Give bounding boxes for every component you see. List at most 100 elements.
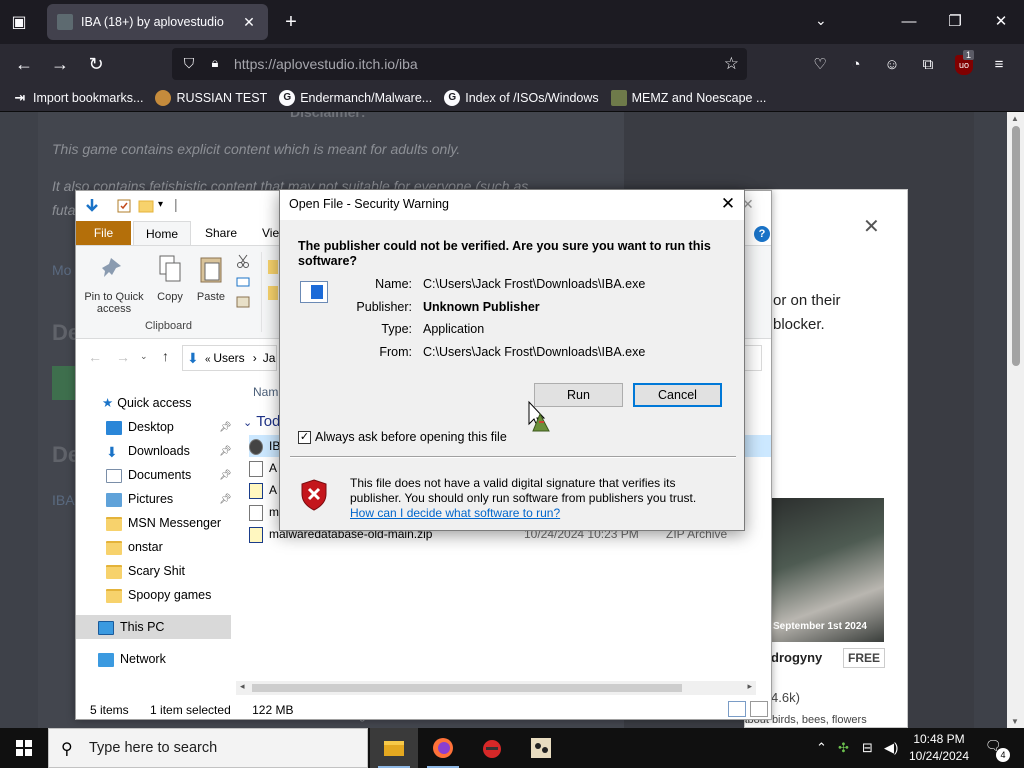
bookmark-star-icon[interactable]: ☆	[724, 54, 739, 74]
nav-msn-messenger[interactable]: MSN Messenger	[106, 512, 221, 534]
bookmark-isos[interactable]: G Index of /ISOs/Windows	[444, 89, 599, 106]
nav-network[interactable]: Network	[98, 648, 166, 670]
cancel-button[interactable]: Cancel	[633, 383, 722, 407]
navigation-pane: ★ Quick access Desktop 📌︎ ⬇ Downloads 📌︎ D…	[76, 386, 236, 676]
network-icon[interactable]: ⊟	[862, 740, 873, 756]
timer-icon[interactable]: ◔	[845, 54, 867, 76]
qa-dropdown-icon[interactable]: ▾	[158, 199, 163, 210]
nav-pictures[interactable]: Pictures	[106, 488, 173, 510]
restore-icon[interactable]: ❐	[941, 10, 969, 34]
back-arrow-icon[interactable]: ←	[88, 349, 102, 365]
scroll-down-arrow-icon[interactable]: ▼	[1011, 717, 1019, 726]
nav-downloads[interactable]: ⬇ Downloads	[106, 440, 190, 462]
group-header-today[interactable]: ⌄ Tod	[243, 413, 280, 430]
always-ask-checkbox[interactable]: ✓	[298, 430, 311, 444]
taskbar-angry-birds[interactable]	[468, 728, 516, 768]
google-icon: G	[444, 89, 461, 106]
tab-home[interactable]: Home	[133, 221, 192, 245]
itch-favicon-icon	[57, 14, 73, 30]
taskbar-firefox[interactable]	[419, 728, 467, 768]
dialog-close-icon[interactable]: ✕	[712, 190, 744, 220]
more-link[interactable]: Mo	[52, 262, 71, 278]
scroll-left-icon[interactable]: ◂	[240, 681, 245, 692]
forward-arrow-icon[interactable]: →	[116, 349, 130, 365]
game-card-name[interactable]: drogyny	[771, 650, 822, 665]
browser-tab-active[interactable]: IBA (18+) by aplovestudio ✕	[47, 4, 268, 40]
details-view-icon[interactable]	[728, 701, 746, 717]
new-tab-plus-icon[interactable]: +	[280, 10, 302, 34]
chevron-down-icon[interactable]: ⌄	[815, 12, 827, 29]
window-close-icon[interactable]: ✕	[987, 10, 1015, 34]
volume-icon[interactable]: ◀︎)	[884, 740, 898, 756]
hamburger-menu-icon[interactable]: ≡	[988, 54, 1010, 76]
scroll-thumb[interactable]	[252, 684, 682, 692]
account-icon[interactable]: ☺	[881, 54, 903, 76]
new-folder-icon[interactable]	[138, 198, 154, 214]
large-icons-view-icon[interactable]	[750, 701, 768, 717]
column-header-name[interactable]: Nam	[253, 385, 278, 399]
tab-list-icon[interactable]: ▣	[8, 12, 30, 32]
minimize-icon[interactable]: —	[895, 10, 923, 34]
paste-shortcut-icon[interactable]	[236, 296, 250, 308]
url-bar[interactable]: ⛉ 🔒︎ https://aplovestudio.itch.io/iba ☆	[172, 48, 747, 80]
taskbar-search[interactable]: ⚲ Type here to search	[48, 728, 368, 768]
pocket-icon[interactable]: ♡	[809, 54, 831, 76]
clock[interactable]: 10:48 PM 10/24/2024	[898, 731, 980, 765]
paste-icon	[200, 257, 222, 283]
taskbar-game-app[interactable]	[517, 728, 565, 768]
file-row[interactable]: A	[249, 457, 277, 479]
move-to-icon[interactable]	[268, 260, 278, 274]
tray-app-icon[interactable]: ✣	[838, 740, 849, 756]
tracking-shield-icon[interactable]: ⛉	[180, 55, 198, 73]
nav-documents[interactable]: Documents	[106, 464, 191, 486]
nav-spoopy-games[interactable]: Spoopy games	[106, 584, 211, 606]
nav-desktop[interactable]: Desktop	[106, 416, 174, 438]
file-row[interactable]: A	[249, 479, 277, 501]
address-bar[interactable]: ⬇ « Users › Ja	[182, 345, 277, 371]
always-ask-row[interactable]: ✓ Always ask before opening this file	[298, 430, 507, 444]
scroll-thumb[interactable]	[1012, 126, 1020, 366]
pin-quick-access-button[interactable]: Pin to Quick access	[82, 254, 146, 315]
help-icon[interactable]: ?	[754, 226, 770, 242]
scroll-up-arrow-icon[interactable]: ▲	[1011, 114, 1019, 123]
back-arrow-icon[interactable]: ←	[12, 52, 36, 76]
scroll-right-icon[interactable]: ▸	[747, 681, 752, 692]
search-box-edge[interactable]	[744, 345, 762, 371]
file-row[interactable]: m	[249, 501, 279, 523]
paste-button[interactable]: Paste	[194, 254, 228, 303]
taskbar-file-explorer[interactable]	[370, 728, 418, 768]
bookmark-endermanch[interactable]: G Endermanch/Malware...	[279, 89, 432, 106]
modal-close-icon[interactable]: ✕	[863, 214, 880, 239]
bookmark-russian-test[interactable]: RUSSIAN TEST	[155, 89, 267, 106]
copy-button[interactable]: Copy	[154, 254, 186, 303]
bookmark-memz[interactable]: MEMZ and Noescape ...	[610, 89, 766, 106]
lock-icon[interactable]: 🔒︎	[206, 55, 224, 73]
cut-icon[interactable]	[236, 254, 250, 268]
iba-link[interactable]: IBA	[52, 492, 75, 508]
tab-share[interactable]: Share	[193, 221, 249, 245]
properties-icon[interactable]	[116, 198, 132, 214]
recent-locations-icon[interactable]: ⌄	[140, 351, 148, 362]
tab-file[interactable]: File	[76, 221, 131, 245]
nav-scary-shit[interactable]: Scary Shit	[106, 560, 185, 582]
down-arrow-icon[interactable]	[84, 198, 100, 214]
horizontal-scrollbar[interactable]: ◂ ▸	[236, 681, 756, 695]
nav-onstar[interactable]: onstar	[106, 536, 163, 558]
copy-path-icon[interactable]	[236, 276, 250, 288]
tray-chevron-up-icon[interactable]: ⌃	[816, 740, 827, 756]
copy-to-icon[interactable]	[268, 286, 278, 300]
reload-icon[interactable]: ↻	[84, 52, 108, 76]
help-decide-link[interactable]: How can I decide what software to run?	[350, 506, 560, 520]
pin-icon: 📌︎	[219, 422, 232, 433]
forward-arrow-icon[interactable]: →	[48, 52, 72, 76]
clipboard-group-label: Clipboard	[144, 320, 193, 332]
tab-close-icon[interactable]: ✕	[240, 14, 258, 31]
nav-this-pc[interactable]: This PC	[98, 616, 164, 638]
nav-quick-access[interactable]: ★ Quick access	[102, 392, 192, 414]
bookmark-import[interactable]: ⇥ Import bookmarks...	[12, 90, 144, 106]
extensions-icon[interactable]: ⧉	[917, 54, 939, 76]
page-scrollbar[interactable]: ▲ ▼	[1007, 112, 1024, 728]
windows-start-icon[interactable]	[0, 728, 48, 768]
up-arrow-icon[interactable]: ↑	[162, 348, 169, 364]
signature-warning-text: This file does not have a valid digital …	[350, 476, 697, 505]
